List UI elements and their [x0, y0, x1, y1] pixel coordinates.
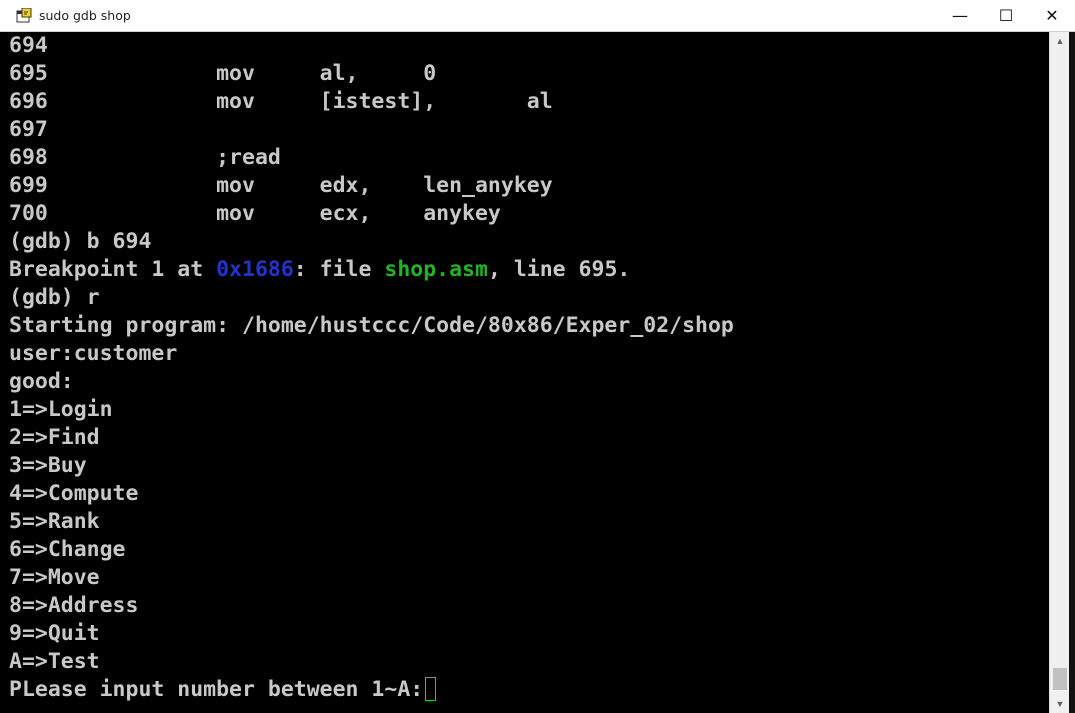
terminal-text: 697	[9, 117, 48, 142]
window-edge	[1069, 32, 1075, 713]
terminal-text: PLease input number between 1~A:	[9, 677, 424, 702]
terminal-text: user:customer	[9, 341, 178, 366]
terminal-text: 695 mov al, 0	[9, 61, 437, 86]
terminal-text: , line 695.	[487, 257, 631, 282]
terminal-line: user:customer	[9, 340, 177, 368]
terminal-window: sudo gdb shop — ☐ ✕ 694 695 mov al, 0 696 …	[0, 0, 1075, 713]
terminal-text: 698 ;read	[9, 145, 281, 170]
terminal-text: 5=>Rank	[9, 509, 100, 534]
terminal-line: 2=>Find	[9, 424, 100, 452]
terminal-line: 700 mov ecx, anykey	[9, 200, 501, 228]
terminal-line: 7=>Move	[9, 564, 100, 592]
terminal-output[interactable]: 694 695 mov al, 0 696 mov [istest], al 697 6…	[0, 32, 1049, 713]
terminal-line: 8=>Address	[9, 592, 138, 620]
scroll-up-arrow-icon[interactable]: ▲	[1050, 32, 1070, 50]
terminal-text: Breakpoint 1 at	[9, 257, 217, 282]
terminal-line: 1=>Login	[9, 396, 113, 424]
terminal-text: A=>Test	[9, 649, 100, 674]
terminal-text: 1=>Login	[9, 397, 113, 422]
terminal-line: 699 mov edx, len_anykey	[9, 172, 553, 200]
terminal-line: 695 mov al, 0	[9, 60, 436, 88]
terminal-app-icon	[15, 7, 33, 25]
terminal-line: 696 mov [istest], al	[9, 88, 553, 116]
terminal-text: 7=>Move	[9, 565, 100, 590]
terminal-line: 694	[9, 32, 48, 60]
text-cursor	[425, 677, 437, 701]
terminal-line: 9=>Quit	[9, 620, 100, 648]
terminal-text: 9=>Quit	[9, 621, 100, 646]
terminal-text: : file	[293, 257, 385, 282]
terminal-text: 696 mov [istest], al	[9, 89, 553, 114]
title-bar[interactable]: sudo gdb shop — ☐ ✕	[0, 0, 1075, 32]
terminal-text: (gdb) r	[9, 285, 100, 310]
terminal-line: A=>Test	[9, 648, 100, 676]
source-filename: shop.asm	[384, 257, 488, 282]
terminal-text: good:	[9, 369, 74, 394]
terminal-text: 8=>Address	[9, 593, 139, 618]
terminal-line: (gdb) b 694	[9, 228, 151, 256]
terminal-line: 3=>Buy	[9, 452, 87, 480]
terminal-line: (gdb) r	[9, 284, 100, 312]
maximize-button[interactable]: ☐	[983, 0, 1029, 31]
terminal-line: PLease input number between 1~A:	[9, 676, 437, 704]
terminal-text: 699 mov edx, len_anykey	[9, 173, 553, 198]
vertical-scrollbar[interactable]: ▲ ▼	[1049, 32, 1070, 713]
breakpoint-address: 0x1686	[216, 257, 294, 282]
terminal-line: 698 ;read	[9, 144, 281, 172]
terminal-text: 2=>Find	[9, 425, 100, 450]
terminal-text: 6=>Change	[9, 537, 126, 562]
terminal-line: 4=>Compute	[9, 480, 138, 508]
terminal-text: 4=>Compute	[9, 481, 139, 506]
window-title: sudo gdb shop	[39, 8, 131, 23]
scrollbar-thumb[interactable]	[1053, 668, 1067, 690]
terminal-line: 6=>Change	[9, 536, 126, 564]
terminal-text: (gdb) b 694	[9, 229, 152, 254]
terminal-line: Breakpoint 1 at 0x1686: file shop.asm, l…	[9, 256, 630, 284]
minimize-button[interactable]: —	[937, 0, 983, 31]
terminal-text: 3=>Buy	[9, 453, 87, 478]
terminal-text: Starting program: /home/hustccc/Code/80x…	[9, 313, 734, 338]
terminal-line: 697	[9, 116, 48, 144]
terminal-text: 694	[9, 33, 48, 58]
terminal-line: Starting program: /home/hustccc/Code/80x…	[9, 312, 734, 340]
scroll-down-arrow-icon[interactable]: ▼	[1050, 695, 1070, 713]
close-button[interactable]: ✕	[1029, 0, 1075, 31]
terminal-line: 5=>Rank	[9, 508, 100, 536]
terminal-line: good:	[9, 368, 74, 396]
terminal-text: 700 mov ecx, anykey	[9, 201, 501, 226]
